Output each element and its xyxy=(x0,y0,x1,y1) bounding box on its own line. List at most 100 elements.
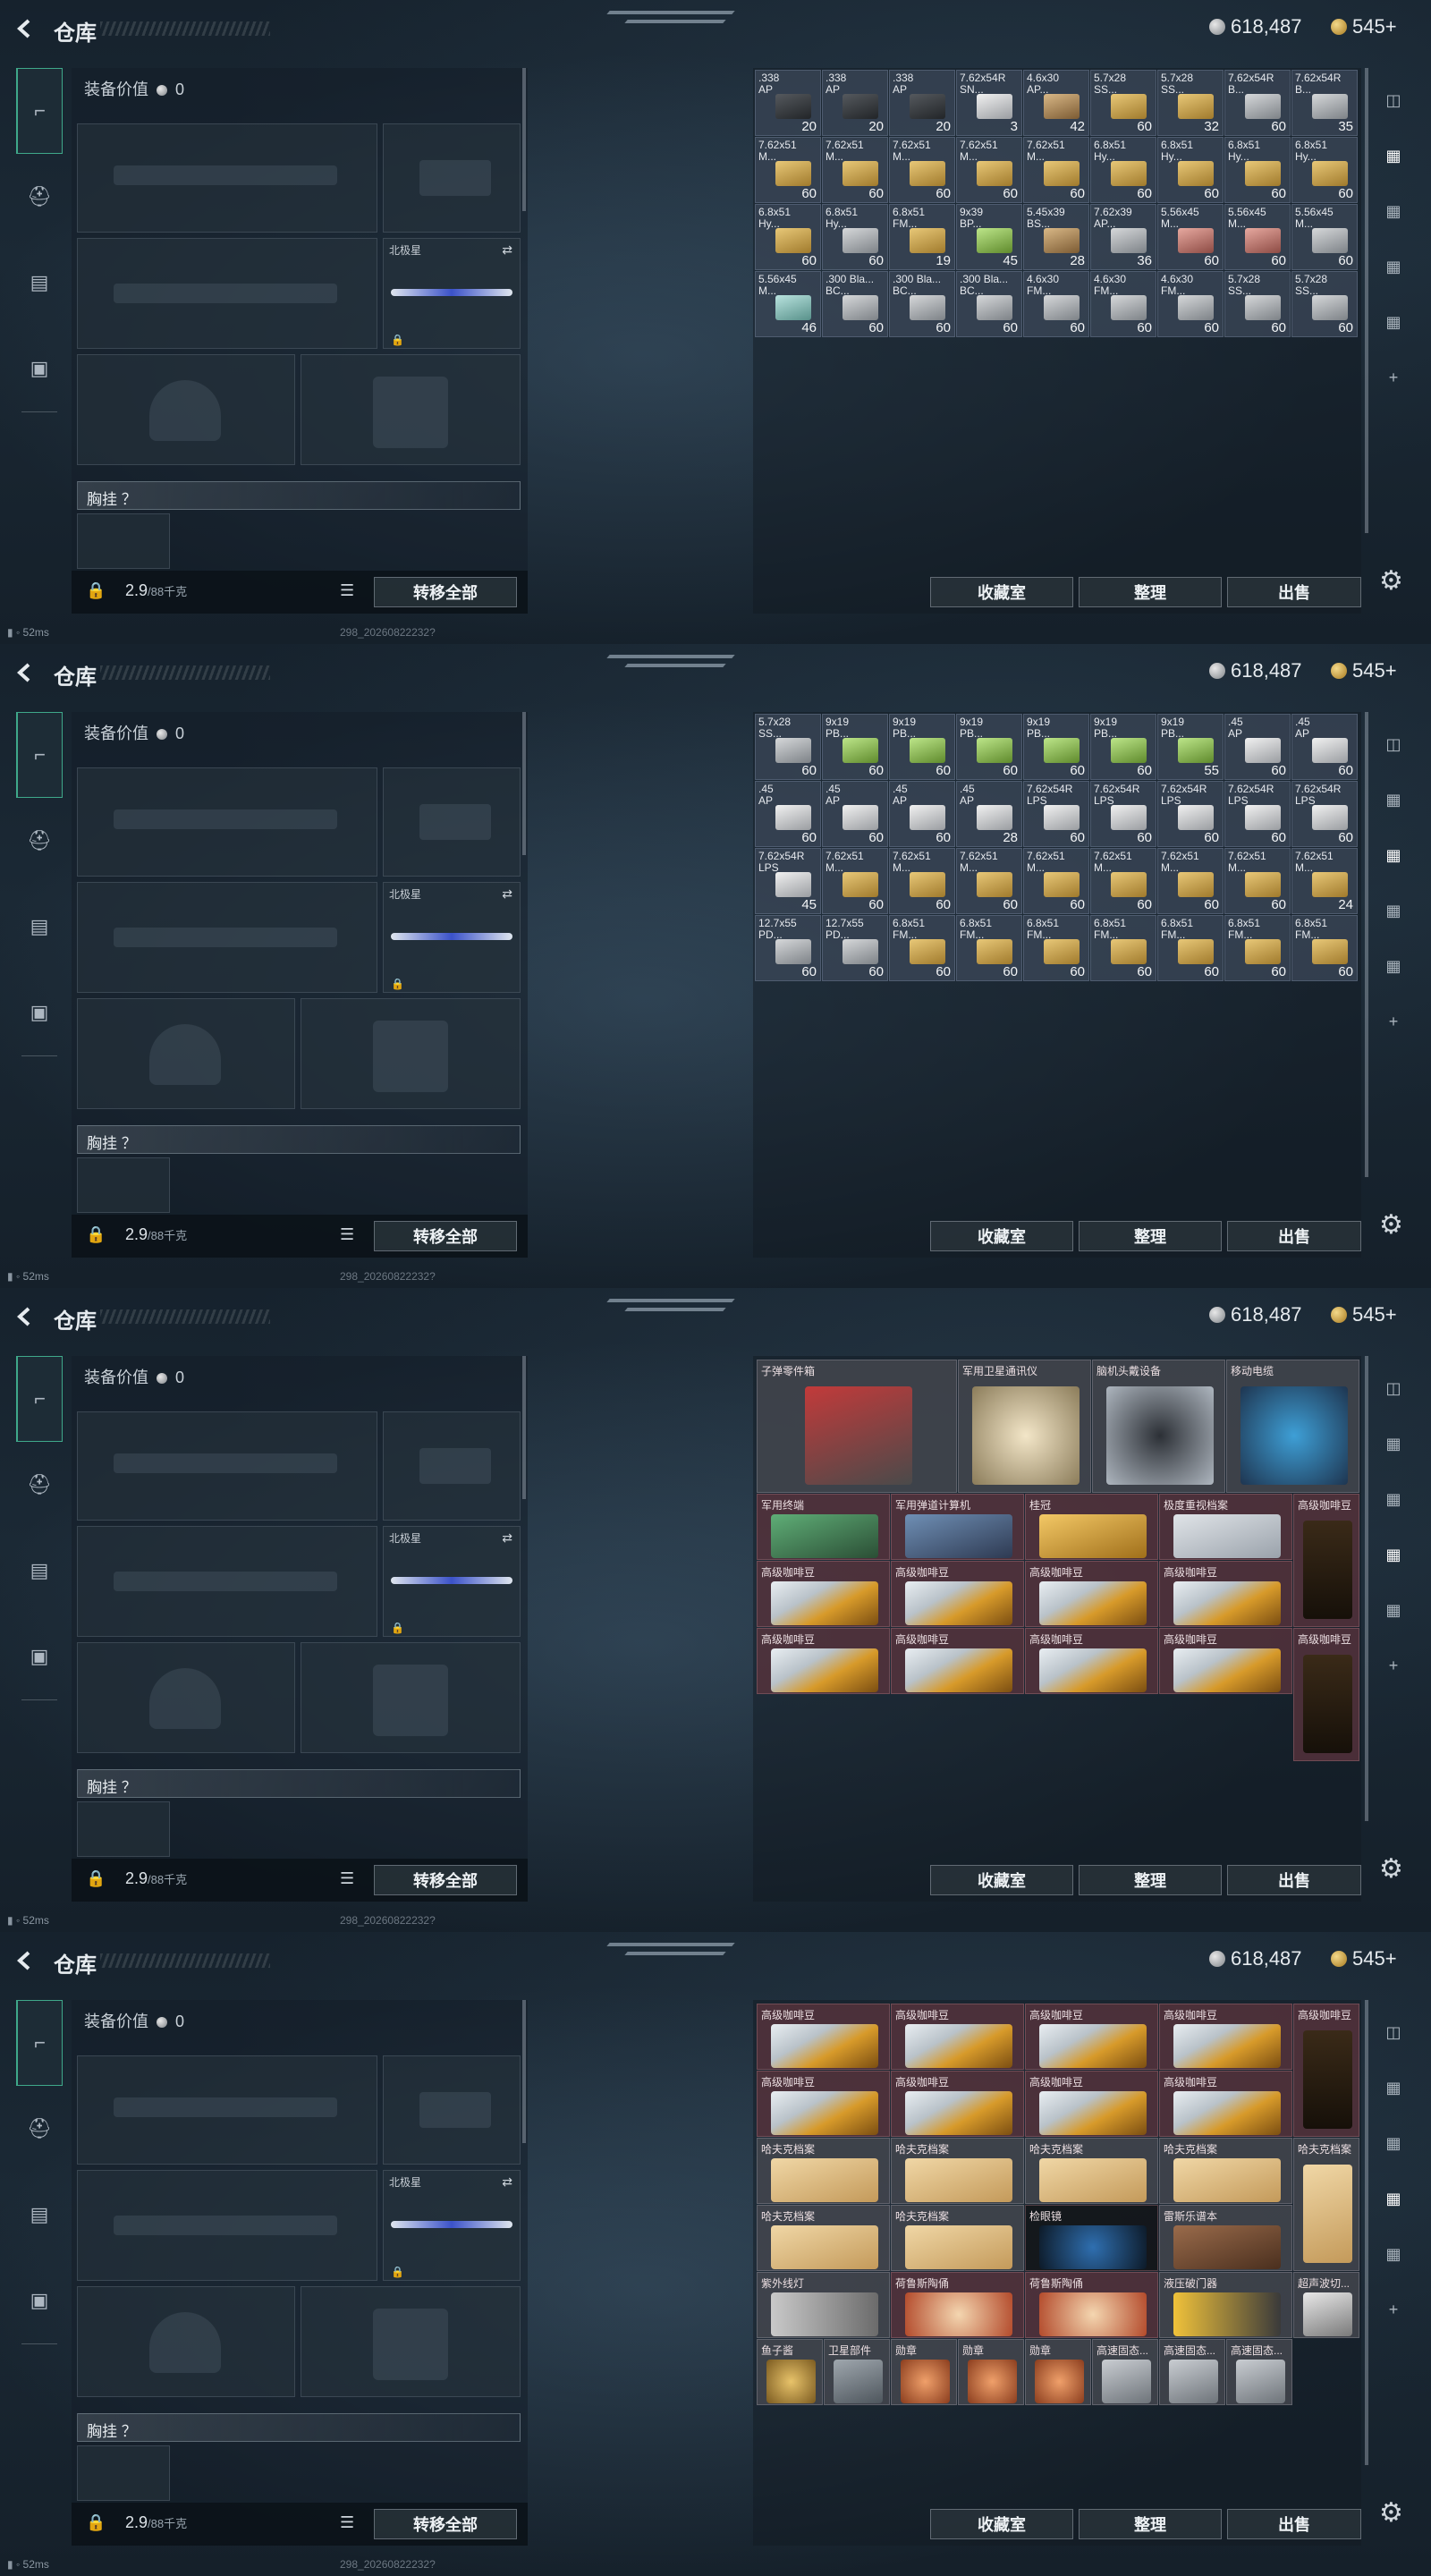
item-cell[interactable]: 哈夫克档案 xyxy=(1293,2138,1359,2271)
ammo-cell[interactable]: 4.6x30 FM... 60 xyxy=(1157,271,1224,337)
ammo-cell[interactable]: 5.7x28 SS... 60 xyxy=(755,714,821,780)
swap-icon[interactable]: ⇄ xyxy=(502,2174,512,2190)
storage-page-2-icon[interactable]: ▦ xyxy=(1376,1481,1411,1517)
collection-room-button[interactable]: 收藏室 xyxy=(930,1865,1073,1895)
back-arrow-icon[interactable] xyxy=(13,16,38,41)
tab-vest[interactable]: ▤ xyxy=(16,884,63,970)
item-cell[interactable]: 高级咖啡豆 xyxy=(891,2071,1024,2137)
item-cell[interactable]: 勋章 xyxy=(891,2339,957,2405)
inventory-scrollbar[interactable] xyxy=(1365,68,1368,533)
storage-page-3-icon[interactable]: ▦ xyxy=(1376,2181,1411,2216)
sell-button[interactable]: 出售 xyxy=(1227,2509,1361,2539)
ammo-cell[interactable]: .300 Bla... BC... 60 xyxy=(889,271,955,337)
transfer-all-button[interactable]: 转移全部 xyxy=(374,1865,517,1895)
gold-currency[interactable]: 545+ xyxy=(1331,1303,1397,1326)
item-cell[interactable]: 哈夫克档案 xyxy=(1159,2138,1292,2204)
list-icon[interactable]: ☰ xyxy=(340,581,354,600)
item-cell[interactable]: 子弹零件箱 xyxy=(757,1360,957,1493)
item-cell[interactable]: 卫星部件 xyxy=(824,2339,890,2405)
ammo-cell[interactable]: 4.6x30 AP... 42 xyxy=(1023,70,1089,136)
primary-weapon-slot[interactable] xyxy=(77,123,377,233)
item-cell[interactable]: 检眼镜 xyxy=(1025,2205,1158,2271)
item-cell[interactable]: 哈夫克档案 xyxy=(757,2205,890,2271)
item-cell[interactable]: 鱼子酱 xyxy=(757,2339,823,2405)
item-cell[interactable]: 高级咖啡豆 xyxy=(1159,2071,1292,2137)
storage-page-4-icon[interactable]: ▦ xyxy=(1376,304,1411,340)
item-cell[interactable]: 移动电缆 xyxy=(1226,1360,1359,1493)
ammo-cell[interactable]: 6.8x51 FM... 60 xyxy=(1023,915,1089,981)
secondary-weapon-slot[interactable] xyxy=(77,1526,377,1637)
item-cell[interactable]: 荷鲁斯陶俑 xyxy=(1025,2272,1158,2338)
ammo-cell[interactable]: 5.7x28 SS... 60 xyxy=(1291,271,1358,337)
item-cell[interactable]: 高级咖啡豆 xyxy=(891,1628,1024,1694)
swap-icon[interactable]: ⇄ xyxy=(502,886,512,902)
gold-currency[interactable]: 545+ xyxy=(1331,659,1397,682)
helmet-slot[interactable] xyxy=(77,2286,295,2397)
ammo-cell[interactable]: .338 AP 20 xyxy=(755,70,821,136)
ammo-cell[interactable]: 6.8x51 Hy... 60 xyxy=(822,204,888,270)
ammo-cell[interactable]: 6.8x51 FM... 60 xyxy=(1291,915,1358,981)
gear-icon[interactable]: ⚙ xyxy=(1379,1209,1403,1241)
gear-icon[interactable]: ⚙ xyxy=(1379,565,1403,597)
item-cell[interactable]: 高级咖啡豆 xyxy=(1159,1628,1292,1694)
inventory-scrollbar[interactable] xyxy=(1365,2000,1368,2465)
ammo-cell[interactable]: 6.8x51 Hy... 60 xyxy=(1090,137,1156,203)
ammo-cell[interactable]: 5.56x45 M... 46 xyxy=(755,271,821,337)
item-cell[interactable]: 紫外线灯 xyxy=(757,2272,890,2338)
chest-rig-slot[interactable]: 胸挂 ？ xyxy=(77,481,521,510)
chest-rig-cell[interactable] xyxy=(77,1157,170,1213)
ammo-cell[interactable]: .45 AP 60 xyxy=(1224,714,1291,780)
armor-slot[interactable] xyxy=(301,998,521,1109)
storage-page-4-icon[interactable]: ▦ xyxy=(1376,1592,1411,1628)
ammo-cell[interactable]: 9x19 PB... 60 xyxy=(1090,714,1156,780)
item-cell[interactable]: 高级咖啡豆 xyxy=(1159,1561,1292,1627)
item-cell[interactable]: 脑机头戴设备 xyxy=(1092,1360,1225,1493)
item-cell[interactable]: 液压破门器 xyxy=(1159,2272,1292,2338)
ammo-cell[interactable]: .45 AP 60 xyxy=(822,781,888,847)
silver-currency[interactable]: 618,487 xyxy=(1209,15,1302,38)
chest-rig-cell[interactable] xyxy=(77,513,170,569)
ammo-cell[interactable]: 9x19 PB... 55 xyxy=(1157,714,1224,780)
tab-backpack[interactable]: ▣ xyxy=(16,2258,63,2343)
collection-room-button[interactable]: 收藏室 xyxy=(930,1221,1073,1251)
gold-currency[interactable]: 545+ xyxy=(1331,15,1397,38)
ammo-cell[interactable]: 6.8x51 Hy... 60 xyxy=(1291,137,1358,203)
sell-button[interactable]: 出售 xyxy=(1227,577,1361,607)
ammo-cell[interactable]: 7.62x54R LPS 60 xyxy=(1090,781,1156,847)
add-storage-icon[interactable]: + xyxy=(1376,1004,1411,1039)
ammo-cell[interactable]: 7.62x54R B... 35 xyxy=(1291,70,1358,136)
ammo-cell[interactable]: 9x19 PB... 60 xyxy=(889,714,955,780)
tab-backpack[interactable]: ▣ xyxy=(16,326,63,411)
item-cell[interactable]: 高级咖啡豆 xyxy=(1025,1628,1158,1694)
transfer-all-button[interactable]: 转移全部 xyxy=(374,2509,517,2539)
gear-icon[interactable]: ⚙ xyxy=(1379,2497,1403,2529)
item-cell[interactable]: 军用卫星通讯仪 xyxy=(958,1360,1091,1493)
storage-page-2-icon[interactable]: ▦ xyxy=(1376,193,1411,229)
sort-button[interactable]: 整理 xyxy=(1079,577,1222,607)
item-cell[interactable]: 高级咖啡豆 xyxy=(891,1561,1024,1627)
tab-weapons[interactable]: ⌐ xyxy=(16,2000,63,2086)
ammo-cell[interactable]: 5.7x28 SS... 32 xyxy=(1157,70,1224,136)
storage-page-1-icon[interactable]: ▦ xyxy=(1376,138,1411,174)
pistol-slot[interactable] xyxy=(383,123,521,233)
item-cell[interactable]: 高级咖啡豆 xyxy=(1293,1628,1359,1761)
ammo-cell[interactable]: .338 AP 20 xyxy=(889,70,955,136)
list-icon[interactable]: ☰ xyxy=(340,2513,354,2532)
item-cell[interactable]: 高速固态... xyxy=(1226,2339,1292,2405)
ammo-cell[interactable]: 7.62x54R LPS 60 xyxy=(1023,781,1089,847)
ammo-cell[interactable]: 7.62x51 M... 60 xyxy=(822,137,888,203)
ammo-cell[interactable]: 6.8x51 FM... 19 xyxy=(889,204,955,270)
primary-weapon-slot[interactable] xyxy=(77,767,377,877)
ammo-cell[interactable]: .300 Bla... BC... 60 xyxy=(956,271,1022,337)
ammo-cell[interactable]: .338 AP 20 xyxy=(822,70,888,136)
safe-box-icon[interactable]: ◫ xyxy=(1376,1370,1411,1406)
collection-room-button[interactable]: 收藏室 xyxy=(930,577,1073,607)
ammo-cell[interactable]: 7.62x51 M... 60 xyxy=(889,848,955,914)
ammo-cell[interactable]: 6.8x51 FM... 60 xyxy=(889,915,955,981)
storage-page-1-icon[interactable]: ▦ xyxy=(1376,1426,1411,1462)
item-cell[interactable]: 军用终端 xyxy=(757,1494,890,1560)
storage-page-3-icon[interactable]: ▦ xyxy=(1376,893,1411,928)
helmet-slot[interactable] xyxy=(77,1642,295,1753)
ammo-cell[interactable]: 7.62x51 M... 60 xyxy=(1157,848,1224,914)
storage-page-2-icon[interactable]: ▦ xyxy=(1376,837,1411,873)
